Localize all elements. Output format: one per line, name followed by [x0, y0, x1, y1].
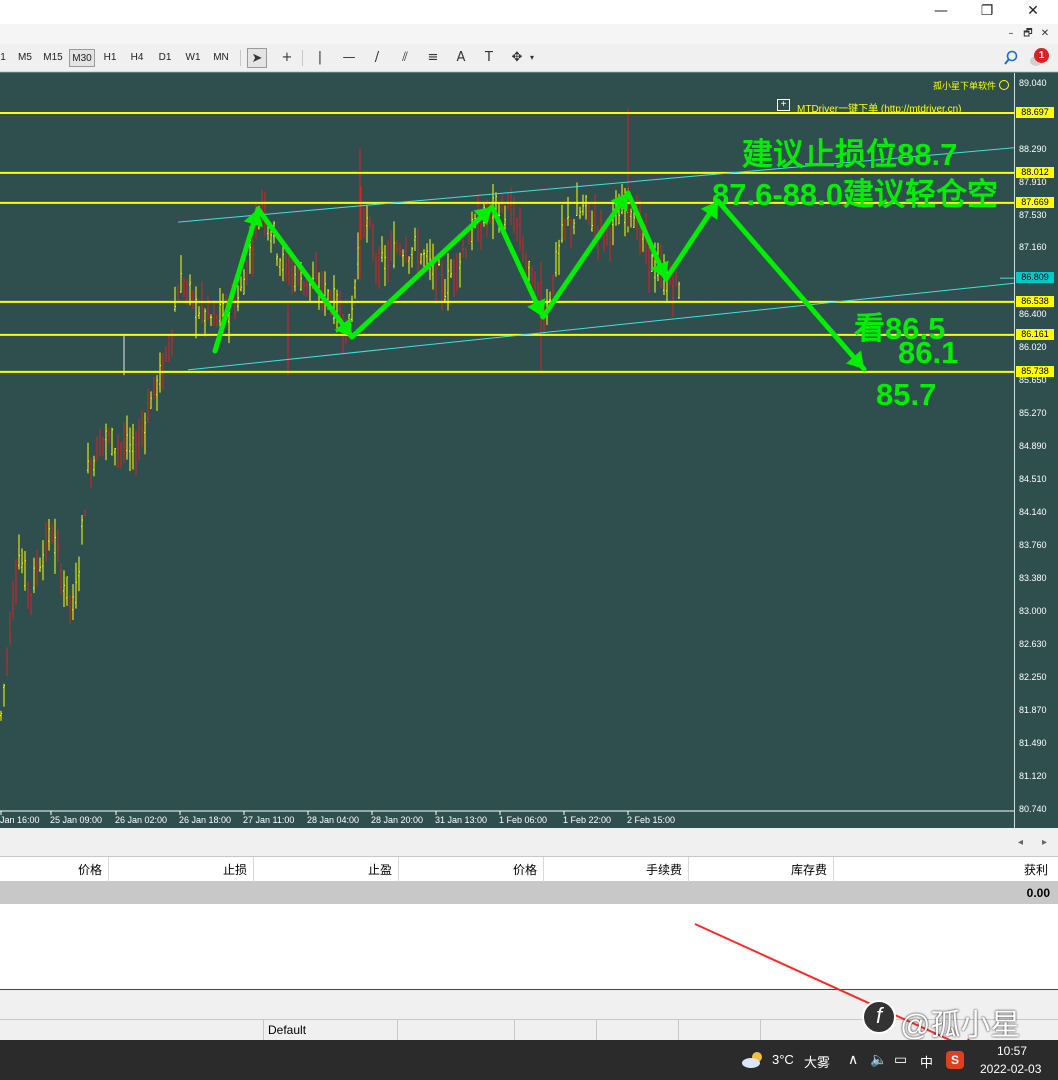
- watermark-text: @孤小星: [900, 1009, 1021, 1042]
- clock-time[interactable]: 10:57: [997, 1044, 1027, 1058]
- network-icon[interactable]: ▭: [894, 1051, 907, 1068]
- sogou-ime-icon[interactable]: S: [946, 1051, 964, 1069]
- weather-temp[interactable]: 3°C: [772, 1052, 794, 1067]
- speaker-icon[interactable]: 🔈: [870, 1051, 887, 1068]
- chevron-up-icon[interactable]: ∧: [848, 1051, 858, 1068]
- ime-indicator[interactable]: 中: [920, 1052, 933, 1071]
- watermark-logo: f: [862, 1000, 896, 1034]
- cloud-sun-icon[interactable]: [740, 1050, 766, 1070]
- weather-desc[interactable]: 大雾: [804, 1052, 830, 1071]
- taskbar: 3°C 大雾 ∧ 🔈 ▭ 中 S 10:57 2022-02-03: [0, 1040, 1058, 1080]
- clock-date[interactable]: 2022-02-03: [980, 1062, 1041, 1076]
- overlay-arrow: [694, 923, 996, 1062]
